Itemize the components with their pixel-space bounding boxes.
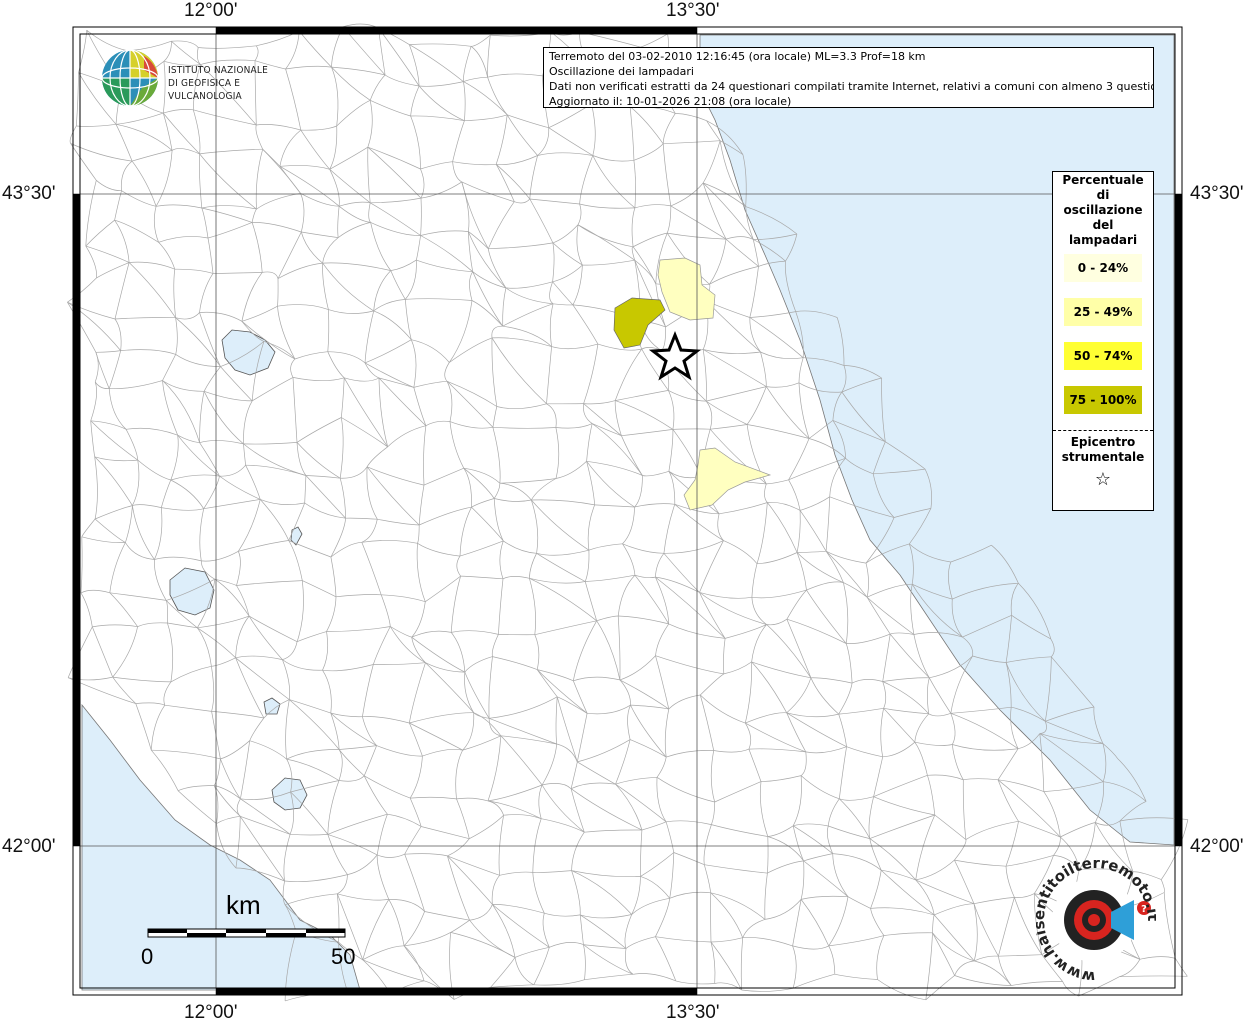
scale-unit: km (226, 890, 261, 920)
legend-star-icon: ☆ (1094, 469, 1112, 490)
globe-icon (101, 49, 159, 107)
legend-title-line: lampadari (1068, 233, 1138, 247)
legend-title-line: oscillazione (1063, 203, 1143, 217)
legend-title: Percentuale di oscillazione del lampadar… (1053, 173, 1153, 248)
logo-line-1: ISTITUTO NAZIONALE (168, 65, 268, 76)
legend-epicenter-label: Epicentro strumentale (1053, 435, 1153, 465)
legend-epicenter-line: Epicentro (1070, 435, 1136, 449)
legend-swatch: 0 - 24% (1064, 254, 1142, 282)
scale-bar (147, 928, 346, 938)
legend-swatch: 75 - 100% (1064, 386, 1142, 414)
legend-title-line: di (1096, 188, 1110, 202)
lat-label-right-top: 43°30' (1190, 183, 1244, 204)
lat-label-left-top: 43°30' (2, 183, 56, 204)
legend-title-line: del (1092, 218, 1114, 232)
lon-label-top-right: 13°30' (666, 0, 720, 21)
legend-separator (1053, 430, 1153, 431)
legend-epicenter-line: strumentale (1061, 450, 1145, 464)
legend: Percentuale di oscillazione del lampadar… (1052, 171, 1154, 511)
legend-swatch: 25 - 49% (1064, 298, 1142, 326)
event-info-line: Oscillazione dei lampadari (549, 65, 694, 78)
lon-label-bottom-left: 12°00' (184, 1002, 238, 1023)
lon-label-bottom-right: 13°30' (666, 1002, 720, 1023)
legend-swatches: 0 - 24% 25 - 49% 50 - 74% 75 - 100% (1053, 254, 1153, 414)
event-info-line: Dati non verificati estratti da 24 quest… (549, 80, 1154, 93)
ingv-logo: ISTITUTO NAZIONALE DI GEOFISICA E VULCAN… (100, 48, 310, 108)
logo-line-2: DI GEOFISICA E VULCANOLOGIA (168, 78, 242, 102)
legend-title-line: Percentuale (1062, 173, 1144, 187)
lat-label-right-bottom: 42°00' (1190, 836, 1244, 857)
event-info-line: Terremoto del 03-02-2010 12:16:45 (ora l… (549, 50, 926, 63)
event-info-box: Terremoto del 03-02-2010 12:16:45 (ora l… (543, 47, 1154, 108)
scale-min: 0 (141, 944, 154, 969)
legend-swatch: 50 - 74% (1064, 342, 1142, 370)
haisentito-logo: ? www.haisentitoilterremoto.it (1036, 860, 1156, 980)
lat-label-left-bottom: 42°00' (2, 836, 56, 857)
lon-label-top-left: 12°00' (184, 0, 238, 21)
scale-max: 50 (331, 944, 356, 969)
event-info-line: Aggiornato il: 10-01-2026 21:08 (ora loc… (549, 95, 792, 108)
